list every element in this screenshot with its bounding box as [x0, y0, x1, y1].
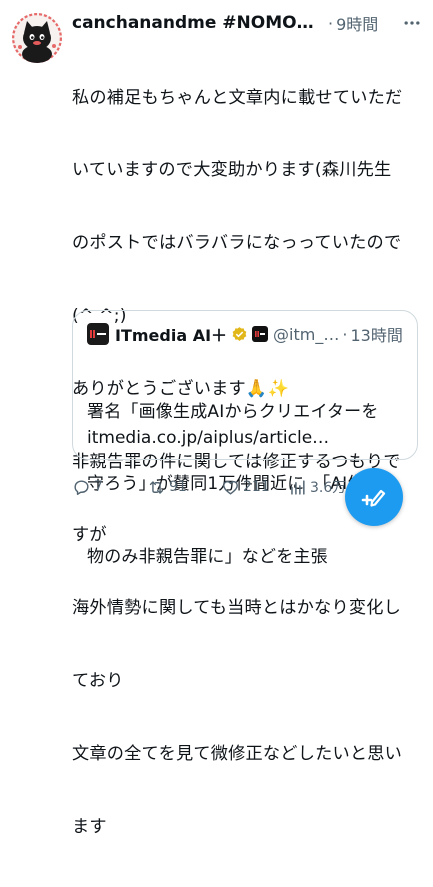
- views-icon: [291, 479, 305, 495]
- tweet-text-line: 私の補足もちゃんと文章内に載せていただ: [72, 87, 403, 108]
- tweet-time[interactable]: 9時間: [336, 11, 378, 35]
- avatar-image: [12, 13, 62, 63]
- tweet-text-line: ており: [72, 670, 124, 691]
- quoted-tweet-time[interactable]: 13時間: [350, 322, 402, 346]
- tweet-header: canchanandme #NOMORE… · 9時間: [72, 9, 425, 37]
- verified-badge: [231, 326, 248, 343]
- avatar[interactable]: [12, 13, 62, 63]
- like-count: 211: [243, 479, 270, 495]
- retweet-icon: [149, 480, 164, 494]
- quoted-author-avatar[interactable]: [87, 323, 109, 345]
- quoted-text-line: 物のみ非親告罪に」などを主張: [87, 547, 328, 568]
- reply-icon: [74, 479, 89, 495]
- more-icon: [404, 21, 420, 25]
- author-name[interactable]: canchanandme #NOMORE…: [72, 13, 324, 33]
- quoted-tweet-link[interactable]: itmedia.co.jp/aiplus/article…: [87, 428, 407, 448]
- tweet[interactable]: canchanandme #NOMORE… · 9時間 私の補足もちゃんと文章内…: [0, 0, 433, 837]
- quoted-tweet-card[interactable]: ITmedia AI＋ @itm_… · 13時間 署名「画像生成AIからクリエ…: [72, 310, 418, 567]
- tweet-text-line: 文章の全てを見て微修正などしたいと思い: [72, 743, 403, 764]
- retweet-count: 91: [169, 479, 187, 495]
- verified-gold-icon: [232, 326, 247, 341]
- compose-button[interactable]: [345, 468, 403, 526]
- more-button[interactable]: [399, 9, 425, 37]
- affiliate-badge: [252, 326, 269, 342]
- quoted-header-separator: ·: [342, 324, 348, 344]
- affiliate-logo-icon: [255, 331, 266, 337]
- heart-icon: [223, 480, 238, 495]
- tweet-text-line: のポストではバラバラになっっていたので: [72, 233, 402, 254]
- tweet-text-line: ます: [72, 816, 107, 837]
- views-button[interactable]: 3.6万: [288, 474, 346, 500]
- header-separator: ·: [328, 13, 334, 33]
- quoted-tweet-header: ITmedia AI＋ @itm_… · 13時間: [87, 323, 407, 345]
- reply-button[interactable]: 7: [72, 474, 103, 500]
- tweet-text-line: いていますので大変助かります(森川先生: [72, 160, 392, 181]
- quoted-author-name[interactable]: ITmedia AI＋: [115, 322, 227, 346]
- compose-icon: [361, 489, 386, 507]
- itmedia-logo-icon: [90, 330, 106, 338]
- like-button[interactable]: 211: [221, 474, 270, 500]
- quoted-author-handle[interactable]: @itm_…: [273, 325, 339, 344]
- quoted-text-line: 署名「画像生成AIからクリエイターを: [87, 401, 379, 422]
- retweet-button[interactable]: 91: [147, 474, 187, 500]
- views-count: 3.6万: [310, 480, 347, 496]
- reply-count: 7: [94, 479, 103, 495]
